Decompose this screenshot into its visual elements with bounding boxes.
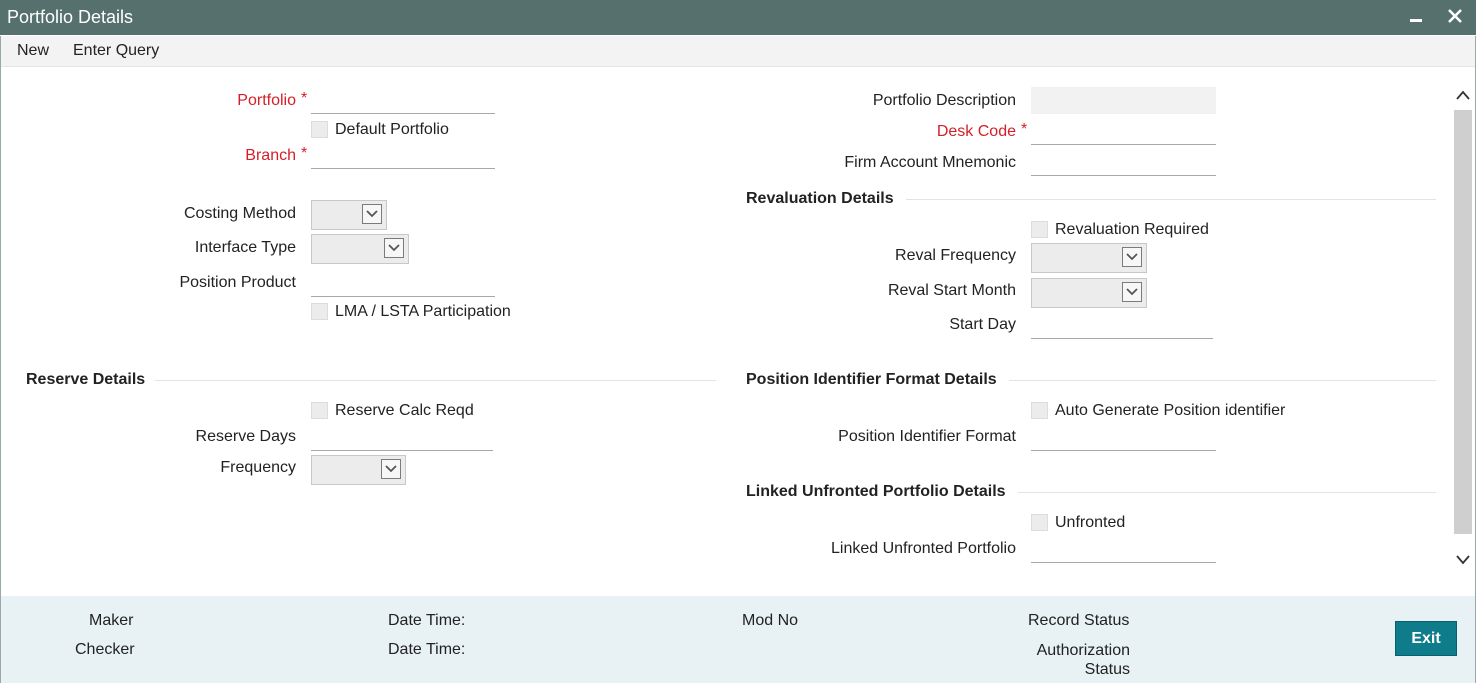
chevron-down-icon — [381, 459, 401, 479]
close-icon[interactable] — [1443, 4, 1467, 30]
interface-type-select[interactable] — [311, 234, 409, 264]
linked-unfronted-divider — [1018, 492, 1436, 493]
reserve-frequency-select[interactable] — [311, 455, 406, 485]
reserve-frequency-label: Frequency — [220, 459, 296, 476]
revaluation-divider — [906, 199, 1436, 200]
desk-code-label: Desk Code — [936, 123, 1016, 140]
scroll-up-icon[interactable] — [1455, 88, 1471, 106]
position-identifier-format-label: Position Identifier Format — [838, 428, 1016, 445]
branch-required-marker: * — [301, 145, 308, 162]
exit-button[interactable]: Exit — [1395, 621, 1457, 656]
default-portfolio-label: Default Portfolio — [335, 121, 449, 138]
reserve-days-input[interactable] — [311, 426, 493, 451]
desk-code-required-marker: * — [1021, 121, 1028, 138]
lma-lsta-checkbox[interactable] — [311, 303, 328, 320]
scrollbar-thumb[interactable] — [1454, 110, 1472, 534]
portfolio-description-label: Portfolio Description — [872, 92, 1016, 109]
branch-label: Branch — [245, 147, 296, 164]
chevron-down-icon — [384, 238, 404, 258]
portfolio-required-marker: * — [301, 90, 308, 107]
portfolio-input[interactable] — [311, 89, 495, 114]
chevron-down-icon — [1122, 247, 1142, 267]
title-bar: Portfolio Details — [0, 0, 1476, 35]
linked-unfronted-heading: Linked Unfronted Portfolio Details — [746, 483, 1006, 500]
revaluation-required-checkbox[interactable] — [1031, 221, 1048, 238]
revaluation-required-label: Revaluation Required — [1055, 221, 1209, 238]
position-identifier-heading: Position Identifier Format Details — [746, 371, 997, 388]
reval-start-month-select[interactable] — [1031, 278, 1147, 308]
start-day-input[interactable] — [1031, 314, 1213, 339]
enter-query-menu-item[interactable]: Enter Query — [73, 42, 159, 60]
costing-method-label: Costing Method — [183, 205, 296, 222]
linked-unfronted-portfolio-label: Linked Unfronted Portfolio — [831, 540, 1016, 557]
maker-label: Maker — [89, 612, 134, 629]
record-status-label: Record Status — [1028, 612, 1130, 629]
maker-date-time-label: Date Time: — [388, 612, 466, 629]
mod-no-label: Mod No — [742, 612, 799, 629]
auto-generate-label: Auto Generate Position identifier — [1055, 402, 1286, 419]
position-product-input[interactable] — [311, 272, 495, 297]
chevron-down-icon — [362, 204, 382, 224]
reval-frequency-select[interactable] — [1031, 243, 1147, 273]
start-day-label: Start Day — [949, 316, 1016, 333]
default-portfolio-checkbox[interactable] — [311, 121, 328, 138]
checker-label: Checker — [75, 641, 135, 658]
reval-frequency-label: Reval Frequency — [895, 247, 1016, 264]
unfronted-label: Unfronted — [1055, 514, 1126, 531]
audit-footer — [0, 596, 1476, 683]
reserve-details-heading: Reserve Details — [26, 371, 146, 388]
vertical-scrollbar[interactable] — [1452, 82, 1474, 577]
checker-date-time-label: Date Time: — [388, 641, 466, 658]
window-title: Portfolio Details — [7, 7, 134, 27]
chevron-down-icon — [1122, 282, 1142, 302]
lma-lsta-label: LMA / LSTA Participation — [335, 303, 511, 320]
new-menu-item[interactable]: New — [17, 42, 49, 60]
reserve-calc-checkbox[interactable] — [311, 402, 328, 419]
branch-input[interactable] — [311, 144, 495, 169]
position-product-label: Position Product — [179, 274, 296, 291]
menu-bar: New Enter Query — [1, 36, 1475, 67]
firm-account-mnemonic-label: Firm Account Mnemonic — [844, 154, 1016, 171]
desk-code-input[interactable] — [1031, 120, 1216, 145]
costing-method-select[interactable] — [311, 200, 387, 230]
minimize-icon[interactable] — [1404, 4, 1428, 30]
reserve-calc-label: Reserve Calc Reqd — [335, 402, 474, 419]
reserve-divider — [155, 380, 716, 381]
window-frame-left — [0, 36, 1, 683]
position-identifier-divider — [1009, 380, 1436, 381]
reval-start-month-label: Reval Start Month — [887, 282, 1016, 299]
position-identifier-format-input[interactable] — [1031, 426, 1216, 451]
auto-generate-checkbox[interactable] — [1031, 402, 1048, 419]
unfronted-checkbox[interactable] — [1031, 514, 1048, 531]
portfolio-label: Portfolio — [237, 92, 296, 109]
revaluation-details-heading: Revaluation Details — [746, 190, 894, 207]
authorization-status-label: Authorization Status — [1036, 642, 1130, 678]
firm-account-mnemonic-input[interactable] — [1031, 151, 1216, 176]
interface-type-label: Interface Type — [194, 239, 296, 256]
portfolio-description-input[interactable] — [1031, 87, 1216, 114]
scroll-down-icon[interactable] — [1455, 553, 1471, 571]
reserve-days-label: Reserve Days — [195, 428, 296, 445]
linked-unfronted-portfolio-input[interactable] — [1031, 538, 1216, 563]
